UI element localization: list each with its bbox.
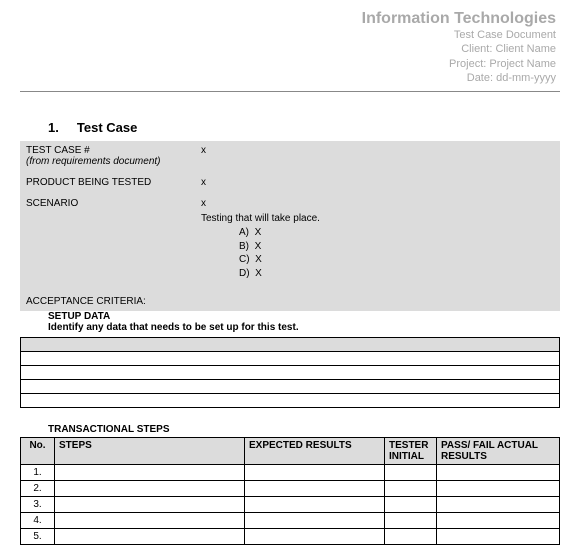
result-cell xyxy=(437,481,560,497)
tester-cell xyxy=(385,513,437,529)
tester-cell xyxy=(385,481,437,497)
setup-row xyxy=(21,366,560,380)
table-row: 5. xyxy=(21,529,560,545)
testing-line: Testing that will take place. xyxy=(199,211,556,224)
result-cell xyxy=(437,529,560,545)
opt-a-val: X xyxy=(255,227,262,238)
expected-cell xyxy=(245,513,385,529)
expected-cell xyxy=(245,481,385,497)
opt-b-key: B) xyxy=(239,241,249,252)
client-line: Client: Client Name xyxy=(20,42,556,56)
test-case-num-note: (from requirements document) xyxy=(26,156,161,167)
tester-cell xyxy=(385,529,437,545)
org-name: Information Technologies xyxy=(20,10,556,28)
scenario-value: x xyxy=(199,196,208,211)
table-row: 4. xyxy=(21,513,560,529)
expected-cell xyxy=(245,529,385,545)
setup-row xyxy=(21,380,560,394)
section-name: Test Case xyxy=(77,120,137,135)
project-line: Project: Project Name xyxy=(20,57,556,71)
product-value: x xyxy=(199,175,208,190)
test-case-greybox: TEST CASE # (from requirements document)… xyxy=(20,141,560,311)
setup-row xyxy=(21,394,560,408)
setup-row xyxy=(21,352,560,366)
opt-a-key: A) xyxy=(239,227,249,238)
section-title: 1. Test Case xyxy=(48,120,560,135)
result-cell xyxy=(437,465,560,481)
opt-c-val: X xyxy=(255,254,262,265)
table-row: 3. xyxy=(21,497,560,513)
setup-header-row xyxy=(21,338,560,352)
document-header: Information Technologies Test Case Docum… xyxy=(20,10,560,85)
doc-type: Test Case Document xyxy=(20,28,556,42)
col-steps-header: STEPS xyxy=(55,438,245,465)
setup-data-heading: SETUP DATA xyxy=(48,311,560,322)
step-no: 5. xyxy=(21,529,55,545)
col-tester-header: TESTER INITIAL xyxy=(385,438,437,465)
acceptance-criteria-label: ACCEPTANCE CRITERIA: xyxy=(24,288,556,309)
expected-cell xyxy=(245,465,385,481)
col-expected-header: EXPECTED RESULTS xyxy=(245,438,385,465)
result-cell xyxy=(437,513,560,529)
setup-data-table xyxy=(20,337,560,408)
step-no: 3. xyxy=(21,497,55,513)
header-rule xyxy=(20,91,560,92)
table-row: 1. xyxy=(21,465,560,481)
setup-data-desc: Identify any data that needs to be set u… xyxy=(48,322,560,333)
test-case-num-label: TEST CASE # xyxy=(26,145,90,156)
opt-d-key: D) xyxy=(239,268,250,279)
step-no: 1. xyxy=(21,465,55,481)
col-no-header: No. xyxy=(21,438,55,465)
date-line: Date: dd-mm-yyyy xyxy=(20,71,556,85)
col-result-header: PASS/ FAIL ACTUAL RESULTS xyxy=(437,438,560,465)
tester-cell xyxy=(385,497,437,513)
opt-b-val: X xyxy=(255,241,262,252)
result-cell xyxy=(437,497,560,513)
transactional-steps-table: No. STEPS EXPECTED RESULTS TESTER INITIA… xyxy=(20,437,560,545)
step-cell xyxy=(55,481,245,497)
tester-cell xyxy=(385,465,437,481)
transactional-steps-heading: TRANSACTIONAL STEPS xyxy=(48,424,560,435)
test-case-num-value: x xyxy=(199,143,208,169)
table-row: 2. xyxy=(21,481,560,497)
step-cell xyxy=(55,529,245,545)
product-label: PRODUCT BEING TESTED xyxy=(24,175,199,190)
scenario-label: SCENARIO xyxy=(24,196,199,211)
step-cell xyxy=(55,513,245,529)
step-cell xyxy=(55,497,245,513)
expected-cell xyxy=(245,497,385,513)
step-no: 4. xyxy=(21,513,55,529)
section-number: 1. xyxy=(48,120,59,135)
step-no: 2. xyxy=(21,481,55,497)
step-cell xyxy=(55,465,245,481)
opt-d-val: X xyxy=(255,268,262,279)
opt-c-key: C) xyxy=(239,254,250,265)
testing-options: A) X B) X C) X D) X xyxy=(239,224,556,288)
